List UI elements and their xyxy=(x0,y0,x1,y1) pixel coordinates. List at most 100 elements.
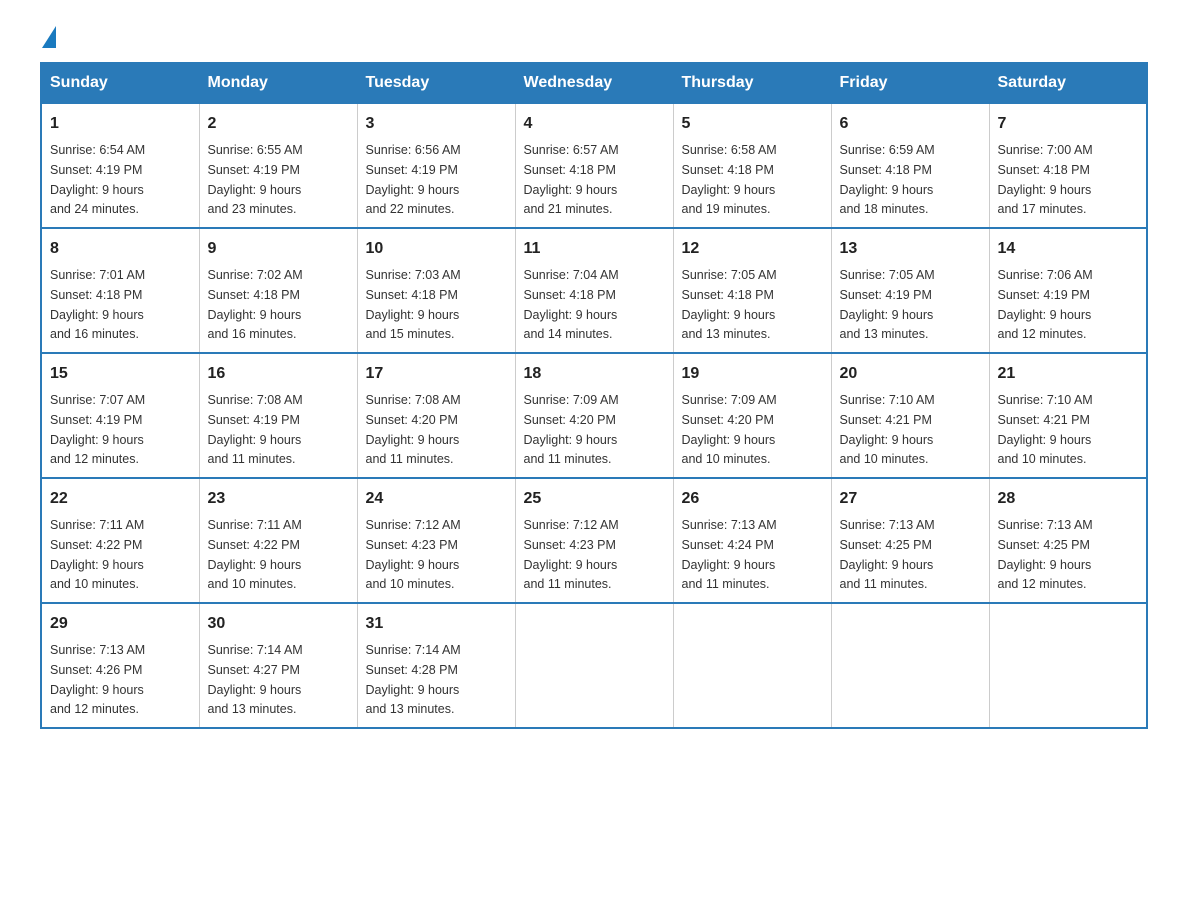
day-info: Sunrise: 7:09 AM Sunset: 4:20 PM Dayligh… xyxy=(682,393,777,466)
calendar-day-cell: 3 Sunrise: 6:56 AM Sunset: 4:19 PM Dayli… xyxy=(357,103,515,228)
calendar-day-cell: 13 Sunrise: 7:05 AM Sunset: 4:19 PM Dayl… xyxy=(831,228,989,353)
calendar-day-cell xyxy=(831,603,989,728)
day-info: Sunrise: 7:05 AM Sunset: 4:18 PM Dayligh… xyxy=(682,268,777,341)
day-info: Sunrise: 7:12 AM Sunset: 4:23 PM Dayligh… xyxy=(524,518,619,591)
day-info: Sunrise: 7:10 AM Sunset: 4:21 PM Dayligh… xyxy=(840,393,935,466)
calendar-day-cell: 11 Sunrise: 7:04 AM Sunset: 4:18 PM Dayl… xyxy=(515,228,673,353)
logo-triangle-icon xyxy=(42,26,56,48)
calendar-header-thursday: Thursday xyxy=(673,63,831,103)
day-number: 23 xyxy=(208,487,349,511)
day-number: 18 xyxy=(524,362,665,386)
day-info: Sunrise: 7:07 AM Sunset: 4:19 PM Dayligh… xyxy=(50,393,145,466)
calendar-day-cell: 28 Sunrise: 7:13 AM Sunset: 4:25 PM Dayl… xyxy=(989,478,1147,603)
calendar-day-cell: 31 Sunrise: 7:14 AM Sunset: 4:28 PM Dayl… xyxy=(357,603,515,728)
calendar-day-cell: 20 Sunrise: 7:10 AM Sunset: 4:21 PM Dayl… xyxy=(831,353,989,478)
day-info: Sunrise: 7:13 AM Sunset: 4:24 PM Dayligh… xyxy=(682,518,777,591)
calendar-week-row: 1 Sunrise: 6:54 AM Sunset: 4:19 PM Dayli… xyxy=(41,103,1147,228)
day-number: 11 xyxy=(524,237,665,261)
day-info: Sunrise: 7:09 AM Sunset: 4:20 PM Dayligh… xyxy=(524,393,619,466)
calendar-day-cell: 5 Sunrise: 6:58 AM Sunset: 4:18 PM Dayli… xyxy=(673,103,831,228)
calendar-day-cell: 1 Sunrise: 6:54 AM Sunset: 4:19 PM Dayli… xyxy=(41,103,199,228)
day-number: 17 xyxy=(366,362,507,386)
calendar-day-cell: 21 Sunrise: 7:10 AM Sunset: 4:21 PM Dayl… xyxy=(989,353,1147,478)
day-number: 29 xyxy=(50,612,191,636)
calendar-day-cell: 10 Sunrise: 7:03 AM Sunset: 4:18 PM Dayl… xyxy=(357,228,515,353)
calendar-day-cell: 2 Sunrise: 6:55 AM Sunset: 4:19 PM Dayli… xyxy=(199,103,357,228)
day-number: 10 xyxy=(366,237,507,261)
calendar-day-cell: 23 Sunrise: 7:11 AM Sunset: 4:22 PM Dayl… xyxy=(199,478,357,603)
calendar-day-cell: 15 Sunrise: 7:07 AM Sunset: 4:19 PM Dayl… xyxy=(41,353,199,478)
calendar-week-row: 8 Sunrise: 7:01 AM Sunset: 4:18 PM Dayli… xyxy=(41,228,1147,353)
day-info: Sunrise: 7:08 AM Sunset: 4:20 PM Dayligh… xyxy=(366,393,461,466)
calendar-day-cell: 25 Sunrise: 7:12 AM Sunset: 4:23 PM Dayl… xyxy=(515,478,673,603)
day-info: Sunrise: 7:13 AM Sunset: 4:26 PM Dayligh… xyxy=(50,643,145,716)
day-number: 15 xyxy=(50,362,191,386)
day-info: Sunrise: 7:13 AM Sunset: 4:25 PM Dayligh… xyxy=(998,518,1093,591)
calendar-day-cell: 9 Sunrise: 7:02 AM Sunset: 4:18 PM Dayli… xyxy=(199,228,357,353)
day-number: 26 xyxy=(682,487,823,511)
calendar-day-cell xyxy=(989,603,1147,728)
calendar-header-row: SundayMondayTuesdayWednesdayThursdayFrid… xyxy=(41,63,1147,103)
calendar-header-saturday: Saturday xyxy=(989,63,1147,103)
day-info: Sunrise: 7:06 AM Sunset: 4:19 PM Dayligh… xyxy=(998,268,1093,341)
calendar-day-cell: 12 Sunrise: 7:05 AM Sunset: 4:18 PM Dayl… xyxy=(673,228,831,353)
day-number: 4 xyxy=(524,112,665,136)
day-number: 22 xyxy=(50,487,191,511)
day-info: Sunrise: 6:55 AM Sunset: 4:19 PM Dayligh… xyxy=(208,143,303,216)
calendar-week-row: 29 Sunrise: 7:13 AM Sunset: 4:26 PM Dayl… xyxy=(41,603,1147,728)
day-number: 1 xyxy=(50,112,191,136)
calendar-table: SundayMondayTuesdayWednesdayThursdayFrid… xyxy=(40,62,1148,729)
logo xyxy=(40,30,56,48)
day-number: 5 xyxy=(682,112,823,136)
day-number: 3 xyxy=(366,112,507,136)
calendar-header-monday: Monday xyxy=(199,63,357,103)
day-number: 16 xyxy=(208,362,349,386)
day-info: Sunrise: 7:05 AM Sunset: 4:19 PM Dayligh… xyxy=(840,268,935,341)
day-info: Sunrise: 7:04 AM Sunset: 4:18 PM Dayligh… xyxy=(524,268,619,341)
calendar-day-cell: 8 Sunrise: 7:01 AM Sunset: 4:18 PM Dayli… xyxy=(41,228,199,353)
calendar-day-cell: 17 Sunrise: 7:08 AM Sunset: 4:20 PM Dayl… xyxy=(357,353,515,478)
calendar-day-cell: 26 Sunrise: 7:13 AM Sunset: 4:24 PM Dayl… xyxy=(673,478,831,603)
day-info: Sunrise: 6:56 AM Sunset: 4:19 PM Dayligh… xyxy=(366,143,461,216)
calendar-day-cell: 6 Sunrise: 6:59 AM Sunset: 4:18 PM Dayli… xyxy=(831,103,989,228)
day-info: Sunrise: 7:11 AM Sunset: 4:22 PM Dayligh… xyxy=(50,518,144,591)
calendar-day-cell: 18 Sunrise: 7:09 AM Sunset: 4:20 PM Dayl… xyxy=(515,353,673,478)
day-info: Sunrise: 6:59 AM Sunset: 4:18 PM Dayligh… xyxy=(840,143,935,216)
day-info: Sunrise: 7:08 AM Sunset: 4:19 PM Dayligh… xyxy=(208,393,303,466)
day-number: 24 xyxy=(366,487,507,511)
calendar-day-cell: 24 Sunrise: 7:12 AM Sunset: 4:23 PM Dayl… xyxy=(357,478,515,603)
day-number: 9 xyxy=(208,237,349,261)
day-number: 30 xyxy=(208,612,349,636)
day-number: 25 xyxy=(524,487,665,511)
day-number: 6 xyxy=(840,112,981,136)
day-number: 2 xyxy=(208,112,349,136)
calendar-week-row: 15 Sunrise: 7:07 AM Sunset: 4:19 PM Dayl… xyxy=(41,353,1147,478)
day-number: 13 xyxy=(840,237,981,261)
calendar-day-cell xyxy=(515,603,673,728)
calendar-header-wednesday: Wednesday xyxy=(515,63,673,103)
calendar-day-cell: 16 Sunrise: 7:08 AM Sunset: 4:19 PM Dayl… xyxy=(199,353,357,478)
day-info: Sunrise: 7:00 AM Sunset: 4:18 PM Dayligh… xyxy=(998,143,1093,216)
day-number: 14 xyxy=(998,237,1139,261)
calendar-header-sunday: Sunday xyxy=(41,63,199,103)
day-number: 20 xyxy=(840,362,981,386)
calendar-day-cell: 29 Sunrise: 7:13 AM Sunset: 4:26 PM Dayl… xyxy=(41,603,199,728)
calendar-day-cell xyxy=(673,603,831,728)
day-info: Sunrise: 7:02 AM Sunset: 4:18 PM Dayligh… xyxy=(208,268,303,341)
calendar-header-friday: Friday xyxy=(831,63,989,103)
day-info: Sunrise: 7:10 AM Sunset: 4:21 PM Dayligh… xyxy=(998,393,1093,466)
day-info: Sunrise: 6:58 AM Sunset: 4:18 PM Dayligh… xyxy=(682,143,777,216)
day-number: 31 xyxy=(366,612,507,636)
calendar-day-cell: 19 Sunrise: 7:09 AM Sunset: 4:20 PM Dayl… xyxy=(673,353,831,478)
calendar-day-cell: 14 Sunrise: 7:06 AM Sunset: 4:19 PM Dayl… xyxy=(989,228,1147,353)
day-number: 7 xyxy=(998,112,1139,136)
day-info: Sunrise: 6:54 AM Sunset: 4:19 PM Dayligh… xyxy=(50,143,145,216)
calendar-week-row: 22 Sunrise: 7:11 AM Sunset: 4:22 PM Dayl… xyxy=(41,478,1147,603)
day-info: Sunrise: 7:03 AM Sunset: 4:18 PM Dayligh… xyxy=(366,268,461,341)
day-number: 8 xyxy=(50,237,191,261)
day-number: 27 xyxy=(840,487,981,511)
calendar-day-cell: 7 Sunrise: 7:00 AM Sunset: 4:18 PM Dayli… xyxy=(989,103,1147,228)
calendar-day-cell: 4 Sunrise: 6:57 AM Sunset: 4:18 PM Dayli… xyxy=(515,103,673,228)
day-info: Sunrise: 7:13 AM Sunset: 4:25 PM Dayligh… xyxy=(840,518,935,591)
day-info: Sunrise: 7:14 AM Sunset: 4:27 PM Dayligh… xyxy=(208,643,303,716)
